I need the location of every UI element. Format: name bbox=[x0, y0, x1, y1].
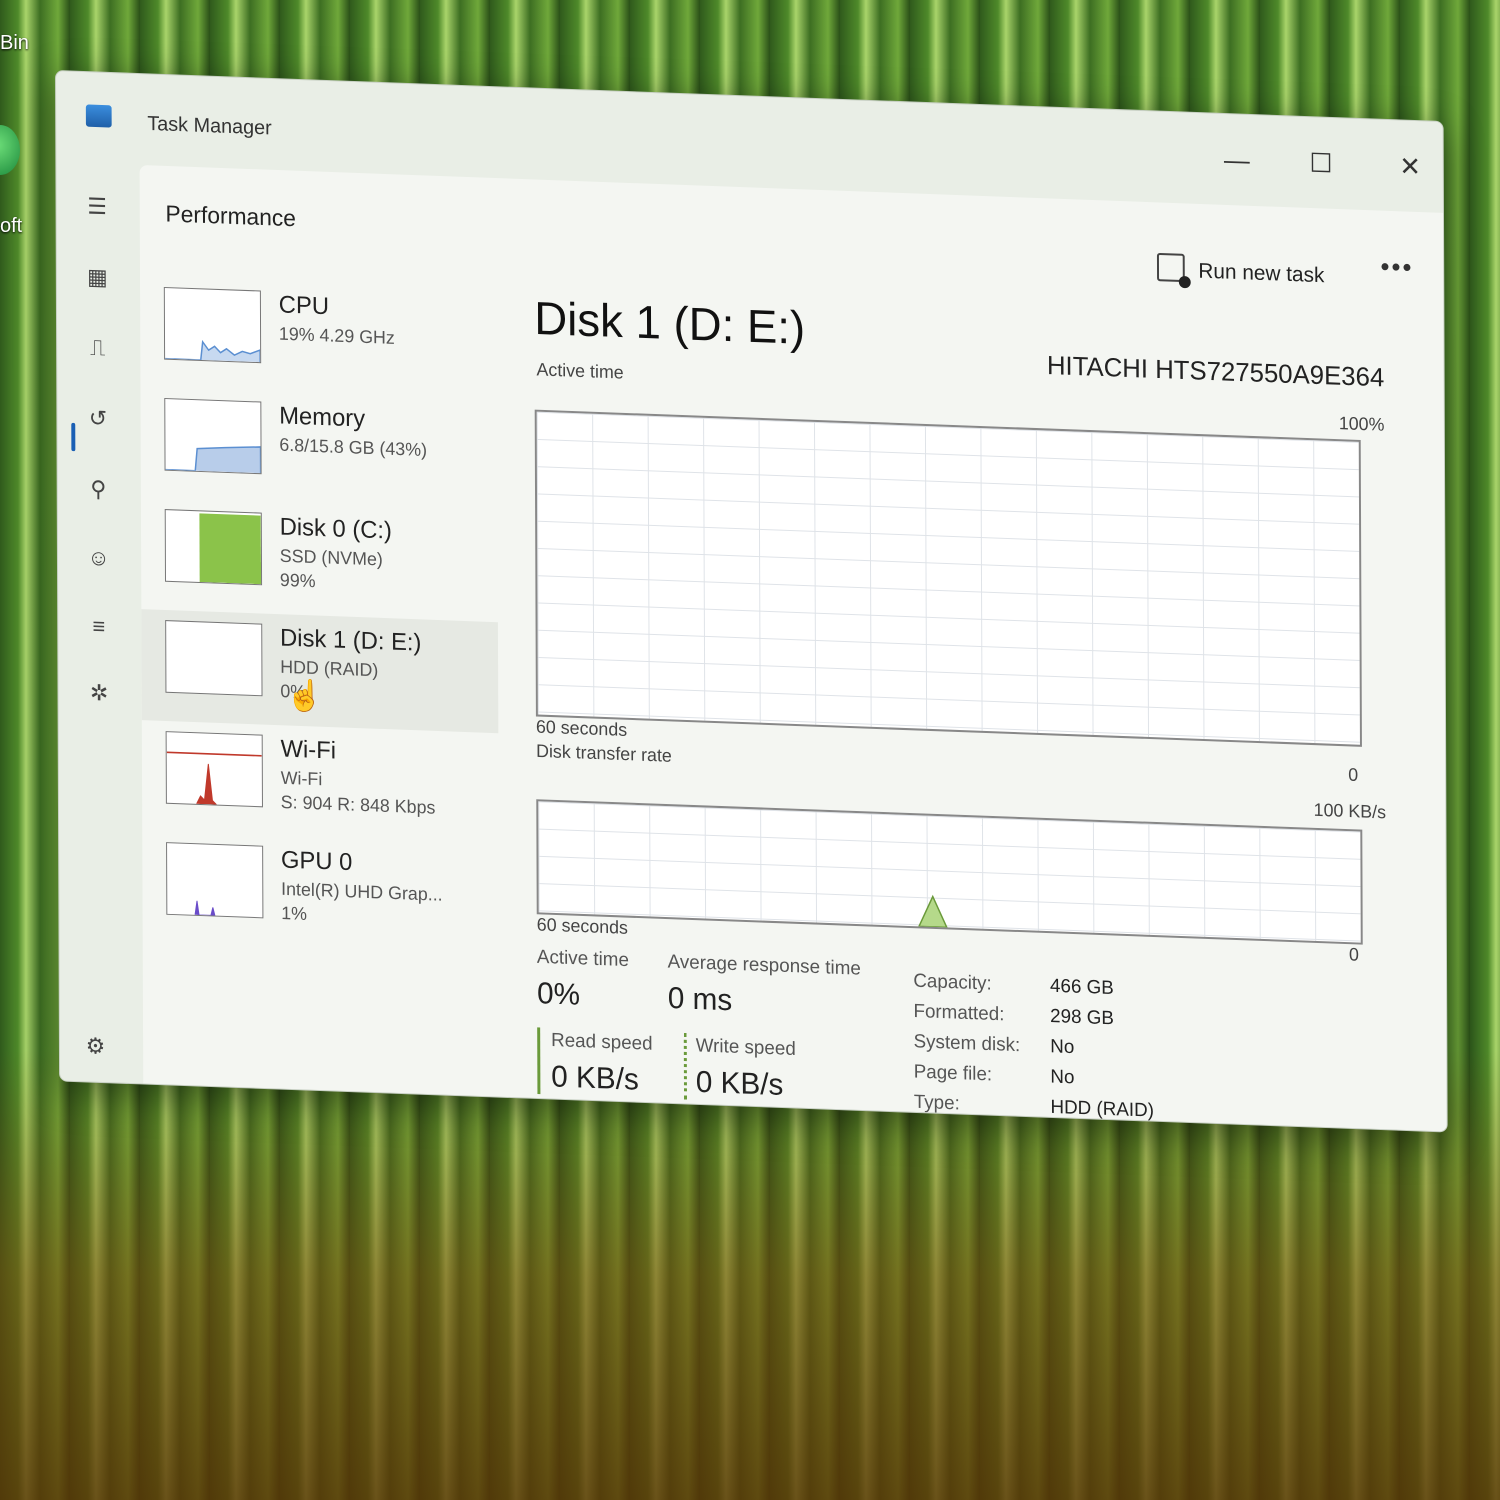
resource-detail: 6.8/15.8 GB (43%) bbox=[279, 434, 428, 461]
close-button[interactable]: ✕ bbox=[1387, 145, 1433, 187]
transfer-rate-graph-min: 0 bbox=[1348, 944, 1359, 965]
avg-response-value: 0 ms bbox=[667, 981, 733, 1018]
services-icon[interactable]: ✲ bbox=[84, 678, 114, 709]
details-icon[interactable]: ≡ bbox=[84, 611, 114, 642]
resource-usage: 99% bbox=[279, 569, 316, 592]
resource-detail: 19% 4.29 GHz bbox=[278, 323, 395, 348]
startup-apps-icon[interactable]: ⚲ bbox=[83, 474, 113, 505]
type-key: Type: bbox=[913, 1091, 960, 1115]
write-speed-value: 0 KB/s bbox=[695, 1065, 784, 1103]
active-time-graph-min: 0 bbox=[1348, 764, 1359, 786]
hand-cursor-icon: ☝ bbox=[286, 679, 324, 714]
read-speed-indicator bbox=[537, 1027, 541, 1095]
run-task-icon bbox=[1156, 252, 1185, 283]
formatted-value: 298 GB bbox=[1050, 1005, 1114, 1030]
active-time-graph bbox=[534, 409, 1362, 747]
system-disk-key: System disk: bbox=[913, 1031, 1021, 1057]
resource-name: Wi-Fi bbox=[280, 735, 337, 765]
performance-page: Performance Run new task ••• CPU 19% 4.2… bbox=[139, 164, 1447, 1132]
page-file-key: Page file: bbox=[913, 1061, 993, 1086]
desktop-label-bin[interactable]: Bin bbox=[0, 32, 29, 55]
active-time-graph-max: 100% bbox=[1338, 412, 1385, 435]
desktop-edge-icon[interactable] bbox=[0, 125, 20, 175]
resource-item-disk1[interactable]: Disk 1 (D: E:) HDD (RAID) 0% ☝ bbox=[141, 609, 499, 734]
transfer-spike bbox=[917, 894, 948, 929]
processes-icon[interactable]: ▦ bbox=[83, 262, 113, 293]
active-time-label: Active time bbox=[536, 946, 629, 972]
formatted-key: Formatted: bbox=[913, 1000, 1005, 1026]
disk-properties: Capacity: 466 GB Formatted: 298 GB Syste… bbox=[913, 971, 1211, 1133]
transfer-rate-graph-span: 60 seconds bbox=[536, 914, 629, 938]
resource-name: Disk 0 (C:) bbox=[279, 513, 392, 545]
transfer-rate-graph bbox=[536, 799, 1363, 945]
desktop-label-edge[interactable]: oft bbox=[0, 215, 22, 238]
resource-list: CPU 19% 4.29 GHz Memory 6.8/15.8 GB (43%… bbox=[140, 276, 499, 955]
resource-detail: Wi-Fi bbox=[280, 767, 323, 790]
read-speed-label: Read speed bbox=[551, 1029, 653, 1055]
active-time-graph-span: 60 seconds bbox=[535, 716, 628, 740]
resource-name: Memory bbox=[279, 402, 366, 433]
resource-usage: 1% bbox=[281, 902, 308, 925]
task-manager-app-icon bbox=[85, 104, 112, 128]
resource-item-cpu[interactable]: CPU 19% 4.29 GHz bbox=[140, 276, 497, 400]
run-task-label: Run new task bbox=[1198, 259, 1325, 288]
transfer-rate-graph-max: 100 KB/s bbox=[1313, 799, 1387, 823]
write-speed-label: Write speed bbox=[695, 1035, 796, 1061]
run-new-task-button[interactable]: Run new task bbox=[1156, 252, 1325, 288]
disk-detail-panel: Disk 1 (D: E:) HITACHI HTS727550A9E364 A… bbox=[534, 290, 1386, 1121]
memory-thumbnail-graph bbox=[164, 397, 262, 475]
avg-response-label: Average response time bbox=[667, 951, 861, 980]
minimize-button[interactable]: — bbox=[1214, 139, 1260, 181]
window-title: Task Manager bbox=[147, 112, 272, 140]
resource-usage: S: 904 R: 848 Kbps bbox=[280, 791, 436, 818]
active-time-graph-label: Active time bbox=[536, 359, 624, 383]
task-manager-window: Task Manager — ☐ ✕ ☰ ▦ ⎍ ↺ ⚲ ☺ ≡ ✲ ⚙ Per… bbox=[55, 70, 1448, 1133]
system-disk-value: No bbox=[1050, 1036, 1075, 1059]
resource-item-gpu0[interactable]: GPU 0 Intel(R) UHD Grap... 1% bbox=[142, 831, 499, 955]
cpu-thumbnail-graph bbox=[163, 286, 262, 364]
page-title: Performance bbox=[165, 200, 296, 232]
transfer-rate-graph-label: Disk transfer rate bbox=[536, 740, 672, 766]
page-file-value: No bbox=[1050, 1066, 1075, 1089]
capacity-key: Capacity: bbox=[913, 970, 992, 995]
disk-model: HITACHI HTS727550A9E364 bbox=[1046, 349, 1385, 393]
resource-item-disk0[interactable]: Disk 0 (C:) SSD (NVMe) 99% bbox=[141, 498, 498, 622]
maximize-button[interactable]: ☐ bbox=[1298, 142, 1344, 184]
more-options-button[interactable]: ••• bbox=[1380, 251, 1413, 284]
resource-item-wifi[interactable]: Wi-Fi Wi-Fi S: 904 R: 848 Kbps bbox=[142, 720, 499, 844]
resource-name: GPU 0 bbox=[280, 846, 353, 877]
resource-name: Disk 1 (D: E:) bbox=[280, 624, 422, 657]
app-history-icon[interactable]: ↺ bbox=[83, 403, 113, 434]
read-speed-value: 0 KB/s bbox=[551, 1060, 639, 1097]
resource-item-memory[interactable]: Memory 6.8/15.8 GB (43%) bbox=[140, 387, 497, 511]
type-value: HDD (RAID) bbox=[1050, 1096, 1155, 1122]
disk-title: Disk 1 (D: E:) bbox=[534, 291, 806, 354]
disk1-thumbnail-graph bbox=[165, 620, 263, 697]
nav-active-indicator bbox=[71, 422, 76, 452]
users-icon[interactable]: ☺ bbox=[84, 542, 114, 573]
resource-detail: SSD (NVMe) bbox=[279, 545, 383, 570]
active-time-value: 0% bbox=[536, 976, 581, 1012]
settings-icon[interactable]: ⚙ bbox=[86, 1033, 106, 1060]
resource-name: CPU bbox=[278, 291, 330, 321]
disk0-thumbnail-graph bbox=[164, 509, 263, 586]
write-speed-indicator bbox=[683, 1032, 688, 1100]
resource-detail: Intel(R) UHD Grap... bbox=[281, 878, 443, 905]
performance-icon[interactable]: ⎍ bbox=[83, 332, 113, 363]
capacity-value: 466 GB bbox=[1049, 975, 1114, 1000]
nav-rail: ☰ ▦ ⎍ ↺ ⚲ ☺ ≡ ✲ ⚙ bbox=[56, 162, 143, 1084]
wifi-thumbnail-graph bbox=[165, 731, 263, 808]
hamburger-menu-icon[interactable]: ☰ bbox=[82, 191, 112, 222]
gpu-thumbnail-graph bbox=[166, 842, 264, 919]
